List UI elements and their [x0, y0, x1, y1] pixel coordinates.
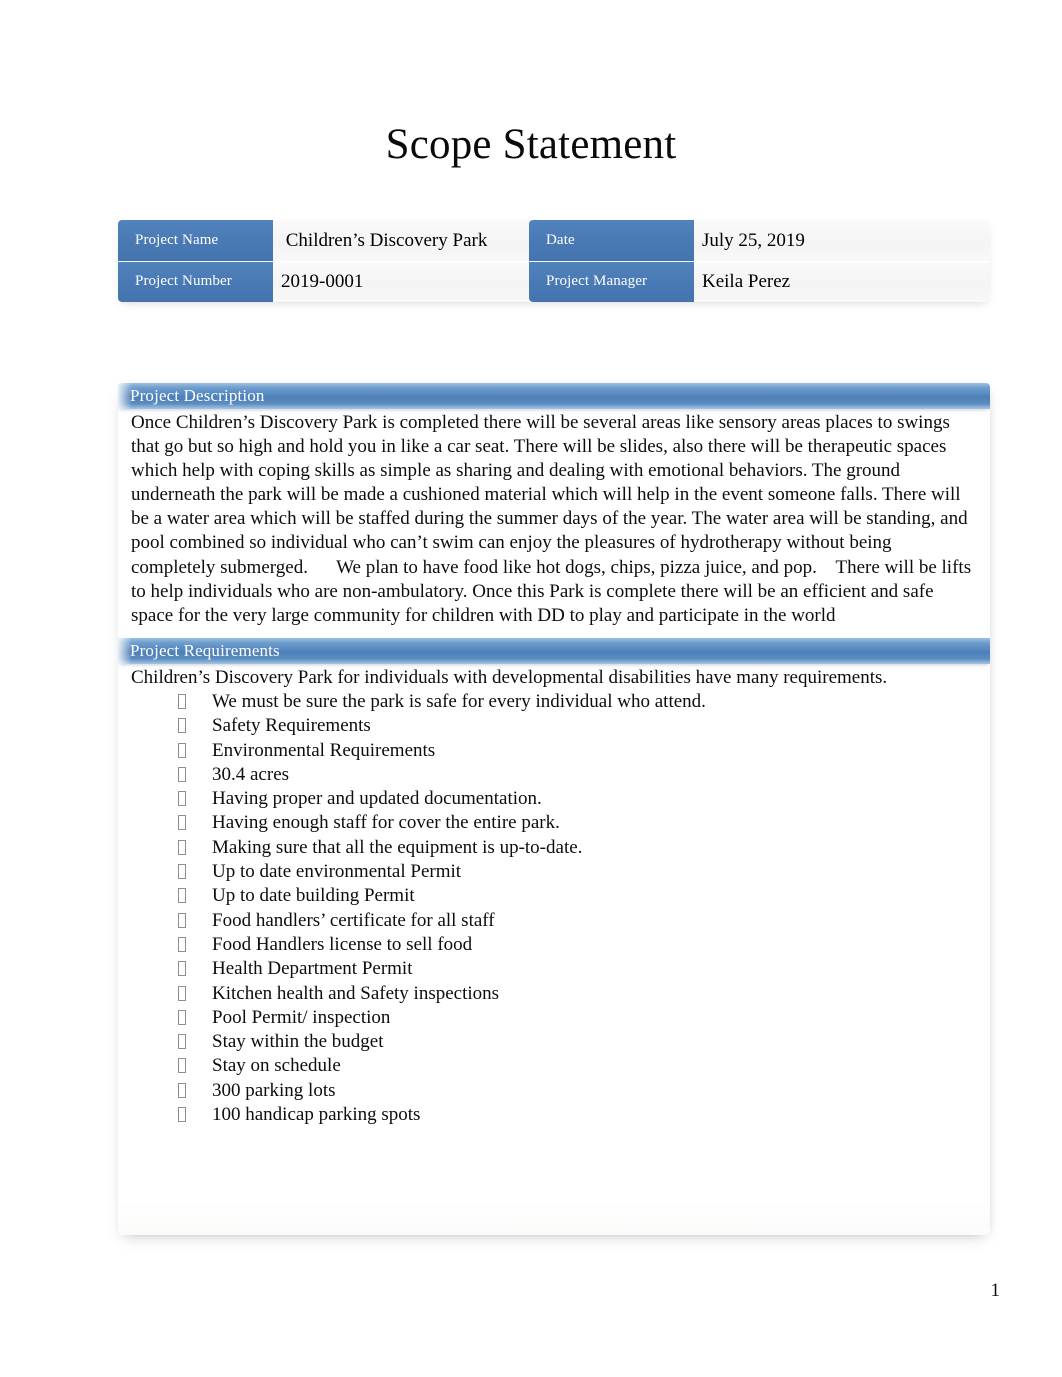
bullet-missing-glyph-icon	[178, 985, 186, 1001]
list-item: Food handlers’ certificate for all staff	[131, 909, 990, 933]
list-item: Environmental Requirements	[131, 739, 990, 763]
bullet-missing-glyph-icon	[178, 961, 186, 977]
label-date: Date	[529, 220, 694, 261]
list-item: Having enough staff for cover the entire…	[131, 811, 990, 835]
list-item: Making sure that all the equipment is up…	[131, 836, 990, 860]
value-project-name[interactable]: Children’s Discovery Park	[273, 220, 529, 261]
document-page: Scope Statement Project Name Children’s …	[0, 0, 1062, 1377]
label-project-manager: Project Manager	[529, 261, 694, 302]
table-row: Project Name Children’s Discovery Park D…	[118, 220, 990, 261]
label-project-number: Project Number	[118, 261, 273, 302]
list-item: 30.4 acres	[131, 763, 990, 787]
list-item-label: Kitchen health and Safety inspections	[212, 982, 500, 1004]
list-item: 300 parking lots	[131, 1079, 990, 1103]
list-item-label: Up to date building Permit	[212, 885, 415, 907]
list-item: Up to date environmental Permit	[131, 860, 990, 884]
bullet-missing-glyph-icon	[178, 1106, 186, 1122]
list-item-label: Stay on schedule	[212, 1055, 341, 1077]
bullet-missing-glyph-icon	[178, 815, 186, 831]
project-info-table: Project Name Children’s Discovery Park D…	[118, 220, 990, 302]
list-item-label: 100 handicap parking spots	[212, 1103, 421, 1125]
project-description-text: Once Children’s Discovery Park is comple…	[131, 412, 976, 626]
list-item: Safety Requirements	[131, 714, 990, 738]
list-item-label: Up to date environmental Permit	[212, 861, 462, 883]
list-item: Having proper and updated documentation.	[131, 787, 990, 811]
project-requirements-intro: Children’s Discovery Park for individual…	[131, 666, 888, 688]
list-item-label: Making sure that all the equipment is up…	[212, 836, 583, 858]
list-item: Pool Permit/ inspection	[131, 1006, 990, 1030]
bullet-missing-glyph-icon	[178, 839, 186, 855]
bullet-missing-glyph-icon	[178, 936, 186, 952]
section-header-project-requirements: Project Requirements	[118, 637, 990, 664]
list-item-label: Having enough staff for cover the entire…	[212, 812, 560, 834]
bullet-missing-glyph-icon	[178, 1058, 186, 1074]
value-date[interactable]: July 25, 2019	[694, 220, 990, 261]
content-panel: Project Description Once Children’s Disc…	[118, 383, 990, 1235]
bullet-missing-glyph-icon	[178, 1082, 186, 1098]
list-item-label: Environmental Requirements	[212, 739, 436, 761]
list-item-label: 30.4 acres	[212, 763, 290, 785]
list-item-label: Stay within the budget	[212, 1031, 384, 1053]
project-requirements-list: We must be sure the park is safe for eve…	[118, 690, 990, 1127]
bullet-missing-glyph-icon	[178, 791, 186, 807]
section-header-project-description: Project Description	[118, 383, 990, 409]
list-item-label: We must be sure the park is safe for eve…	[212, 690, 706, 712]
page-number: 1	[990, 1280, 1001, 1301]
bullet-missing-glyph-icon	[178, 693, 186, 709]
value-project-manager[interactable]: Keila Perez	[694, 261, 990, 302]
bullet-missing-glyph-icon	[178, 718, 186, 734]
list-item: We must be sure the park is safe for eve…	[131, 690, 990, 714]
list-item-label: Pool Permit/ inspection	[212, 1006, 391, 1028]
list-item-label: Having proper and updated documentation.	[212, 788, 542, 810]
bullet-missing-glyph-icon	[178, 1034, 186, 1050]
list-item: 100 handicap parking spots	[131, 1103, 990, 1127]
list-item-label: Health Department Permit	[212, 958, 413, 980]
page-title: Scope Statement	[385, 121, 677, 168]
list-item: Kitchen health and Safety inspections	[131, 982, 990, 1006]
bullet-missing-glyph-icon	[178, 1009, 186, 1025]
label-project-name: Project Name	[118, 220, 273, 261]
bullet-missing-glyph-icon	[178, 888, 186, 904]
list-item: Up to date building Permit	[131, 884, 990, 908]
list-item: Stay within the budget	[131, 1030, 990, 1054]
bullet-missing-glyph-icon	[178, 742, 186, 758]
list-item-label: Safety Requirements	[212, 715, 371, 737]
value-project-number[interactable]: 2019-0001	[273, 261, 529, 302]
table-row: Project Number 2019-0001 Project Manager…	[118, 261, 990, 302]
list-item: Food Handlers license to sell food	[131, 933, 990, 957]
bullet-missing-glyph-icon	[178, 766, 186, 782]
list-item: Stay on schedule	[131, 1054, 990, 1078]
bullet-missing-glyph-icon	[178, 912, 186, 928]
list-item-label: 300 parking lots	[212, 1079, 336, 1101]
list-item: Health Department Permit	[131, 957, 990, 981]
bullet-missing-glyph-icon	[178, 864, 186, 880]
list-item-label: Food Handlers license to sell food	[212, 933, 473, 955]
list-item-label: Food handlers’ certificate for all staff	[212, 909, 495, 931]
